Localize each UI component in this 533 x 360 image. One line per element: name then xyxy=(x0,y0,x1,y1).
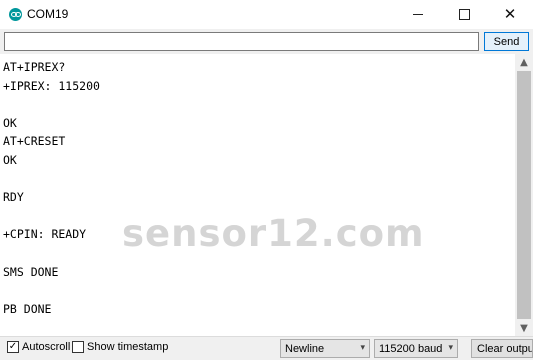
autoscroll-toggle[interactable]: ✓ Autoscroll xyxy=(7,341,70,353)
timestamp-checkbox[interactable] xyxy=(72,341,84,353)
chevron-down-icon: ▾ xyxy=(448,343,453,353)
maximize-button[interactable] xyxy=(441,0,487,29)
vertical-scrollbar[interactable]: ▲ ▼ xyxy=(515,54,533,336)
scroll-down-arrow-icon[interactable]: ▼ xyxy=(515,320,533,336)
serial-input[interactable] xyxy=(4,32,479,51)
baud-rate-value: 115200 baud xyxy=(379,342,443,355)
timestamp-toggle[interactable]: Show timestamp xyxy=(72,341,168,353)
clear-output-button[interactable]: Clear output xyxy=(471,339,533,358)
scrollbar-thumb[interactable] xyxy=(517,71,531,319)
serial-output-text: AT+IPREX? +IPREX: 115200 OK AT+CRESET OK… xyxy=(3,60,100,316)
title-bar: COM19 ✕ xyxy=(0,0,533,29)
watermark: sensor12.com xyxy=(122,212,425,255)
send-button[interactable]: Send xyxy=(484,32,529,51)
arduino-icon xyxy=(9,8,22,21)
scroll-up-arrow-icon[interactable]: ▲ xyxy=(515,54,533,70)
timestamp-label: Show timestamp xyxy=(87,341,169,353)
bottom-bar: ✓ Autoscroll Show timestamp Newline ▾ 11… xyxy=(0,336,533,360)
baud-rate-select[interactable]: 115200 baud ▾ xyxy=(374,339,458,358)
serial-output-area[interactable]: AT+IPREX? +IPREX: 115200 OK AT+CRESET OK… xyxy=(0,54,515,336)
minimize-icon xyxy=(413,14,423,15)
close-icon: ✕ xyxy=(503,5,517,23)
autoscroll-label: Autoscroll xyxy=(22,341,71,353)
close-button[interactable]: ✕ xyxy=(487,0,533,29)
line-ending-value: Newline xyxy=(285,342,325,355)
chevron-down-icon: ▾ xyxy=(360,343,365,353)
line-ending-select[interactable]: Newline ▾ xyxy=(280,339,370,358)
autoscroll-checkbox[interactable]: ✓ xyxy=(7,341,19,353)
minimize-button[interactable] xyxy=(395,0,441,29)
maximize-icon xyxy=(458,9,470,20)
window-title: COM19 xyxy=(27,7,69,21)
send-bar: Send xyxy=(0,29,533,54)
